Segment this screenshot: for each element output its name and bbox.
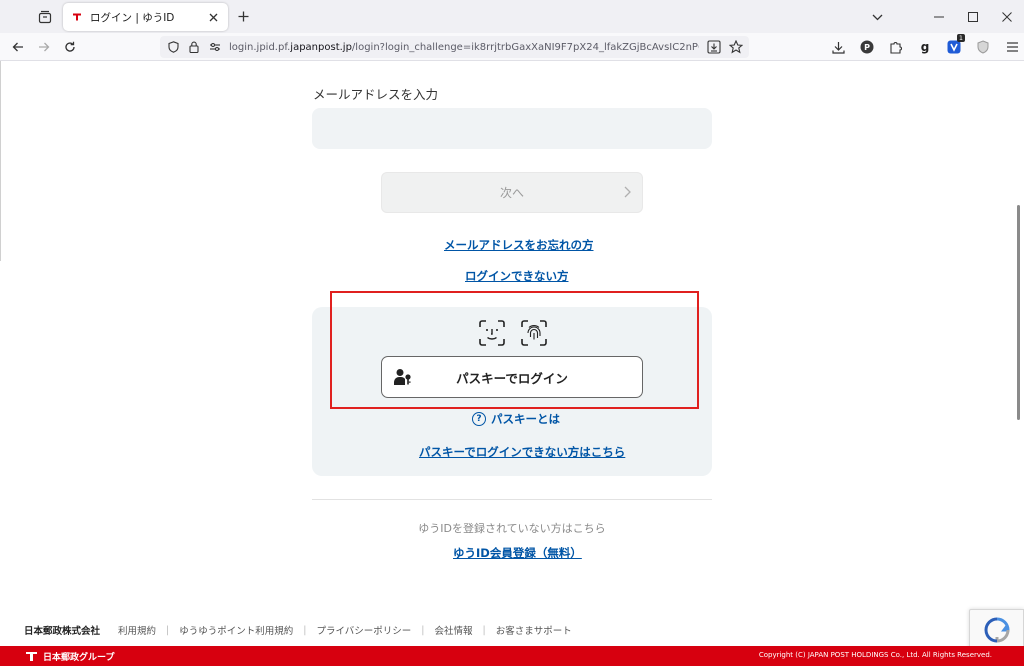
email-label: メールアドレスを入力 (313, 87, 439, 102)
active-tab[interactable]: ログイン | ゆうID (63, 3, 228, 31)
pocket-profile-icon[interactable]: P (857, 37, 877, 57)
tab-bar: ログイン | ゆうID (0, 0, 1024, 33)
url-text[interactable]: login.jpid.pf.japanpost.jp/login?login_c… (229, 42, 699, 53)
vpn-extension-icon[interactable]: 1 (944, 34, 965, 57)
shield-icon[interactable] (165, 39, 181, 55)
footer-link-company-info[interactable]: 会社情報 (434, 623, 472, 637)
question-icon: ? (472, 412, 486, 426)
menu-icon[interactable] (1002, 37, 1022, 57)
navigation-bar: login.jpid.pf.japanpost.jp/login?login_c… (0, 33, 1024, 61)
permissions-icon[interactable] (207, 39, 223, 55)
recaptcha-icon (983, 617, 1010, 643)
passkey-help-link[interactable]: パスキーでログインできない方はこちら (419, 444, 625, 460)
footer-separator: | (421, 624, 425, 636)
forgot-email-link[interactable]: メールアドレスをお忘れの方 (444, 237, 594, 253)
scrollbar[interactable] (1017, 205, 1020, 420)
footer-separator: | (166, 624, 170, 636)
next-button-label: 次へ (499, 186, 524, 200)
reload-icon[interactable] (61, 38, 79, 56)
footer-link-support[interactable]: お客さまサポート (496, 623, 572, 637)
forward-arrow-icon[interactable] (35, 38, 53, 56)
footer-bar: 日本郵政グループ Copyright (C) JAPAN POST HOLDIN… (0, 646, 1024, 666)
cannot-login-link[interactable]: ログインできない方 (465, 268, 569, 284)
extensions-puzzle-icon[interactable] (886, 37, 906, 57)
shield-extension-icon[interactable] (973, 37, 993, 57)
copyright-text: Copyright (C) JAPAN POST HOLDINGS Co., L… (758, 651, 992, 659)
back-arrow-icon[interactable] (9, 38, 27, 56)
japanpost-favicon-icon (72, 12, 82, 22)
grammar-extension-icon[interactable]: g (915, 37, 935, 57)
footer-separator: | (482, 624, 486, 636)
footer-link-privacy[interactable]: プライバシーポリシー (316, 623, 411, 637)
footer-link-point-terms[interactable]: ゆうゆうポイント利用規約 (179, 623, 293, 637)
what-is-passkey-link[interactable]: ? パスキーとは (472, 411, 560, 427)
footer-separator: | (303, 624, 307, 636)
new-tab-icon[interactable] (234, 7, 252, 25)
downloads-icon[interactable] (828, 37, 848, 57)
chevron-right-icon (624, 186, 631, 198)
minimize-icon[interactable] (922, 0, 956, 33)
email-field[interactable] (312, 108, 712, 149)
japanpost-logo-icon (26, 652, 37, 661)
address-bar[interactable]: login.jpid.pf.japanpost.jp/login?login_c… (160, 36, 749, 58)
bookmark-star-icon[interactable] (728, 39, 744, 58)
maximize-icon[interactable] (956, 0, 990, 33)
close-icon[interactable] (990, 0, 1024, 33)
svg-text:g: g (921, 40, 930, 54)
highlight-box (330, 291, 699, 409)
tab-list-icon[interactable] (34, 6, 56, 28)
chevron-down-icon[interactable] (868, 8, 886, 26)
footer-company: 日本郵政株式会社 (24, 626, 101, 637)
left-edge-line (0, 61, 1, 261)
japanpost-group-logo: 日本郵政グループ (25, 650, 114, 663)
section-divider (312, 499, 712, 500)
extension-badge: 1 (956, 34, 965, 42)
page-download-icon[interactable] (707, 39, 721, 58)
what-is-passkey-text: パスキーとは (491, 412, 560, 426)
footer-links: 日本郵政株式会社 利用規約 | ゆうゆうポイント利用規約 | プライバシーポリシ… (24, 623, 572, 638)
register-link[interactable]: ゆうID会員登録（無料） (453, 545, 582, 561)
tab-title: ログイン | ゆうID (90, 11, 175, 24)
footer-link-terms[interactable]: 利用規約 (118, 623, 156, 637)
lock-icon[interactable] (186, 39, 202, 55)
group-label: 日本郵政グループ (43, 653, 115, 663)
next-button[interactable]: 次へ (381, 172, 643, 213)
register-note: ゆうIDを登録されていない方はこちら (418, 522, 606, 535)
svg-text:P: P (864, 43, 870, 52)
tab-close-icon[interactable] (206, 10, 220, 24)
